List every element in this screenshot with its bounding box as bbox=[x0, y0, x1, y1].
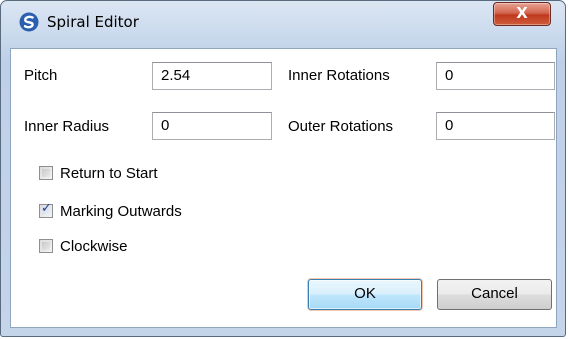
outer-rotations-label: Outer Rotations bbox=[288, 118, 394, 135]
return-to-start-checkbox[interactable] bbox=[39, 166, 53, 180]
inner-radius-input[interactable]: 0 bbox=[152, 112, 272, 140]
close-icon: X bbox=[516, 4, 528, 22]
marking-outwards-checkbox[interactable]: ✓ bbox=[39, 201, 53, 218]
marking-outwards-label: Marking Outwards bbox=[60, 202, 182, 220]
ok-button[interactable]: OK bbox=[308, 279, 422, 310]
spiral-editor-window: Spiral Editor X Pitch 2.54 Inner Rotatio… bbox=[0, 0, 566, 337]
spiral-app-icon bbox=[19, 12, 39, 32]
pitch-input[interactable]: 2.54 bbox=[152, 62, 272, 90]
window-title: Spiral Editor bbox=[47, 13, 139, 31]
dialog-body: Pitch 2.54 Inner Rotations 0 Inner Radiu… bbox=[10, 48, 557, 328]
inner-radius-label: Inner Radius bbox=[24, 118, 110, 135]
clockwise-label: Clockwise bbox=[60, 237, 128, 255]
outer-rotations-input[interactable]: 0 bbox=[436, 112, 555, 140]
clockwise-option[interactable]: Clockwise bbox=[39, 236, 128, 256]
return-to-start-label: Return to Start bbox=[60, 164, 158, 182]
cancel-button[interactable]: Cancel bbox=[437, 279, 552, 310]
inner-rotations-label: Inner Rotations bbox=[288, 67, 390, 84]
title-bar[interactable]: Spiral Editor X bbox=[1, 1, 565, 39]
inner-rotations-input[interactable]: 0 bbox=[436, 62, 555, 90]
clockwise-checkbox[interactable] bbox=[39, 239, 53, 253]
marking-outwards-option[interactable]: ✓ Marking Outwards bbox=[39, 201, 182, 221]
checkmark-icon: ✓ bbox=[41, 201, 52, 216]
close-button[interactable]: X bbox=[493, 2, 551, 26]
pitch-label: Pitch bbox=[24, 67, 58, 84]
return-to-start-option[interactable]: Return to Start bbox=[39, 163, 158, 183]
